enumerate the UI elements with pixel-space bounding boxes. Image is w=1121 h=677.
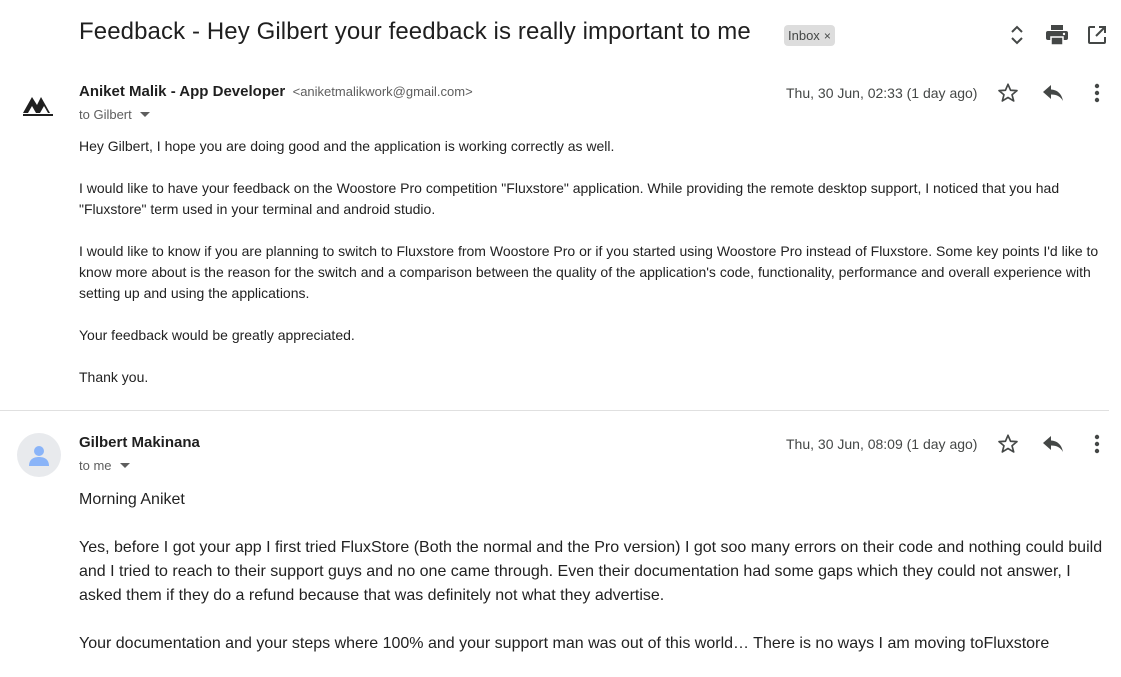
remove-label-icon[interactable]: × (824, 29, 831, 43)
sender-email: <aniketmalikwork@gmail.com> (292, 84, 473, 99)
email-subject: Feedback - Hey Gilbert your feedback is … (79, 18, 751, 45)
print-icon[interactable] (1044, 22, 1070, 48)
inbox-label-text: Inbox (788, 28, 820, 43)
message-body: Morning Aniket Yes, before I got your ap… (79, 488, 1109, 677)
inbox-label-chip[interactable]: Inbox × (784, 25, 835, 46)
message-divider (0, 410, 1109, 411)
message-date: Thu, 30 Jun, 02:33 (1 day ago) (786, 85, 978, 101)
recipient-text: to me (79, 458, 112, 473)
sender-name: Gilbert Makinana (79, 434, 200, 451)
message-paragraph: I would like to know if you are planning… (79, 243, 1099, 301)
message-paragraph: Thank you. (79, 369, 149, 385)
subject-header: Feedback - Hey Gilbert your feedback is … (0, 0, 1121, 70)
more-options-icon[interactable] (1084, 80, 1110, 106)
person-icon (29, 446, 49, 466)
message-date: Thu, 30 Jun, 08:09 (1 day ago) (786, 436, 978, 452)
message-paragraph: Hey Gilbert, I hope you are doing good a… (79, 138, 615, 154)
sender-name: Aniket Malik - App Developer (79, 83, 286, 100)
recipient-details-toggle[interactable]: to Gilbert (79, 107, 150, 122)
message-paragraph: Your feedback would be greatly appreciat… (79, 327, 355, 343)
more-options-icon[interactable] (1084, 431, 1110, 457)
reply-icon[interactable] (1040, 431, 1066, 457)
star-icon[interactable] (995, 80, 1021, 106)
reply-icon[interactable] (1040, 80, 1066, 106)
message-paragraph: I would like to have your feedback on th… (79, 180, 1060, 217)
message-body: Hey Gilbert, I hope you are doing good a… (79, 136, 1109, 409)
expand-collapse-icon[interactable] (1004, 22, 1030, 48)
message-paragraph: Morning Aniket (79, 491, 185, 508)
open-in-new-window-icon[interactable] (1084, 22, 1110, 48)
caret-down-icon (119, 463, 130, 468)
star-icon[interactable] (995, 431, 1021, 457)
recipient-text: to Gilbert (79, 107, 132, 122)
message-paragraph: Your documentation and your steps where … (79, 635, 1050, 652)
sender-logo-avatar[interactable] (17, 80, 61, 124)
sender-line: Aniket Malik - App Developer <aniketmali… (79, 83, 473, 101)
caret-down-icon (139, 112, 150, 117)
recipient-details-toggle[interactable]: to me (79, 458, 130, 473)
sender-avatar[interactable] (17, 433, 61, 477)
sender-line: Gilbert Makinana (79, 434, 200, 452)
message-paragraph: Yes, before I got your app I first tried… (79, 539, 1103, 604)
